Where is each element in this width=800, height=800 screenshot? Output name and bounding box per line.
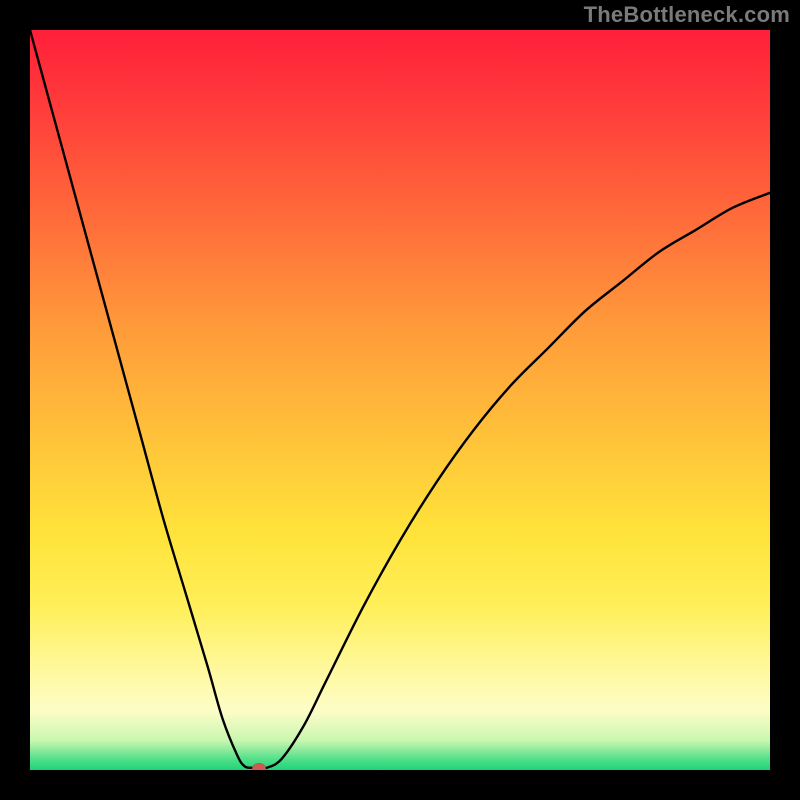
- bottleneck-curve: [30, 30, 770, 770]
- minimum-marker-icon: [252, 763, 266, 770]
- chart-frame: TheBottleneck.com: [0, 0, 800, 800]
- plot-area: [30, 30, 770, 770]
- watermark-text: TheBottleneck.com: [584, 2, 790, 28]
